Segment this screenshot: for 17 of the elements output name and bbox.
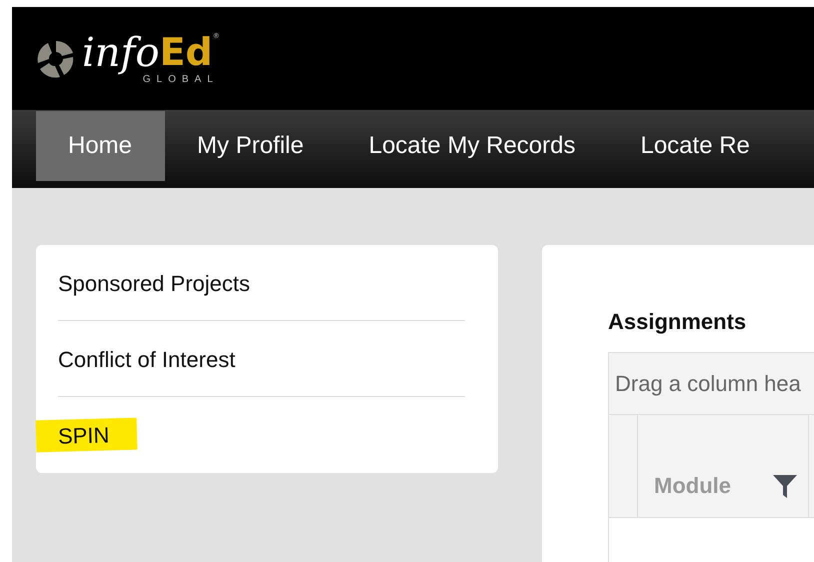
nav-tab[interactable]: Locate Re [608,111,783,181]
module-label: SPIN [36,418,138,452]
nav-tab[interactable]: Locate My Records [336,111,608,181]
nav-tab[interactable]: My Profile [165,111,337,181]
section-title: Assignments [608,309,748,335]
module-link[interactable]: Sponsored Projects [36,245,465,321]
module-link[interactable]: SPIN [36,397,465,473]
logo-text: info [82,32,160,72]
group-hint: Drag a column hea [609,353,814,415]
module-label: Conflict of Interest [58,346,236,373]
module-label: Sponsored Projects [58,270,250,297]
nav-tab[interactable]: Home [36,111,166,181]
module-link[interactable]: Conflict of Interest [36,321,465,397]
logo-tagline: GLOBAL [142,74,219,84]
logo-icon [36,38,76,78]
logo-text: Ed [159,32,213,70]
filter-icon[interactable] [772,473,798,499]
